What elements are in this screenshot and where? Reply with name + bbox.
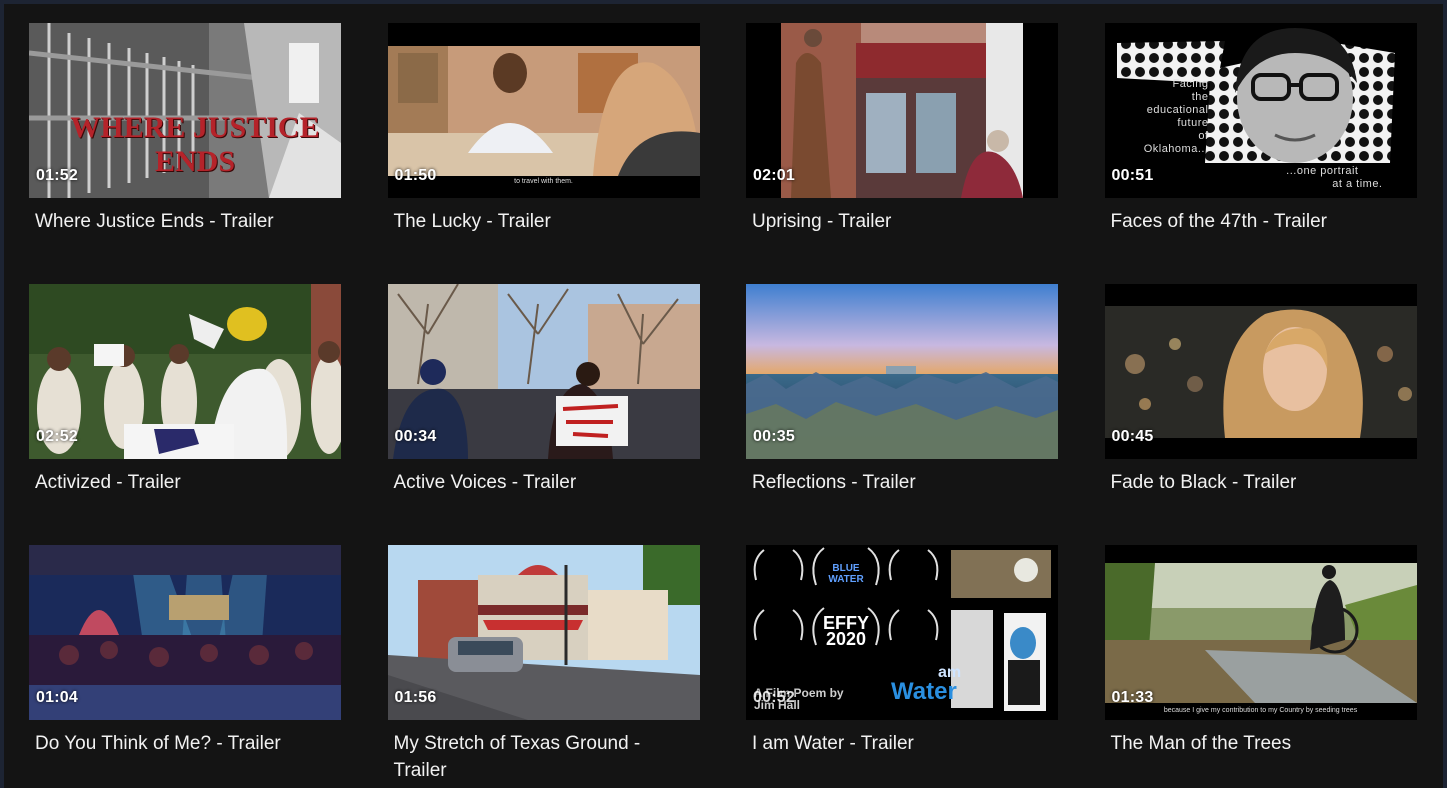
video-title[interactable]: My Stretch of Texas Ground - Trailer (394, 730, 684, 784)
video-card-reflections[interactable]: 00:35 Reflections - Trailer (746, 284, 1058, 545)
video-grid: WHERE JUSTICE ENDS 01:52 Where Justice E… (29, 23, 1417, 788)
video-title[interactable]: Active Voices - Trailer (394, 469, 684, 496)
duration-badge: 01:52 (36, 167, 78, 184)
video-card-activized[interactable]: 02:52 Activized - Trailer (29, 284, 341, 545)
video-gallery: WHERE JUSTICE ENDS 01:52 Where Justice E… (4, 4, 1443, 788)
video-thumbnail[interactable]: WHERE JUSTICE ENDS 01:52 (29, 23, 341, 198)
duration-badge: 01:33 (1111, 689, 1154, 706)
duration-badge: 00:45 (1111, 428, 1154, 445)
duration-badge: 00:35 (753, 428, 795, 445)
video-thumbnail[interactable]: because I give my contribution to my Cou… (1104, 545, 1417, 720)
video-title[interactable]: Reflections - Trailer (752, 469, 1042, 496)
video-card-i-am-water[interactable]: BLUE WATER EFFY 2020 am Water A Film Poe… (746, 545, 1058, 788)
duration-badge: 00:34 (394, 428, 437, 445)
video-thumbnail[interactable]: 00:34 (387, 284, 700, 459)
video-title[interactable]: Fade to Black - Trailer (1111, 469, 1401, 496)
video-thumbnail[interactable]: 00:45 (1104, 284, 1417, 459)
duration-badge: 01:56 (394, 689, 437, 706)
video-title[interactable]: The Lucky - Trailer (394, 208, 684, 235)
video-title[interactable]: Do You Think of Me? - Trailer (35, 730, 325, 757)
title-word-water: Water (891, 678, 957, 705)
tagline-text-end: ...one portrait at a time. (1286, 165, 1383, 190)
video-title[interactable]: Where Justice Ends - Trailer (35, 208, 325, 235)
video-thumbnail[interactable]: 00:35 (746, 284, 1058, 459)
video-card-uprising[interactable]: 02:01 Uprising - Trailer (746, 23, 1058, 284)
video-thumbnail[interactable]: to travel with them. 01:50 (387, 23, 700, 198)
video-thumbnail[interactable]: 02:01 (746, 23, 1058, 198)
video-card-the-lucky[interactable]: to travel with them. 01:50 The Lucky - T… (387, 23, 700, 284)
tagline-text: Facing the educational future of Oklahom… (1143, 78, 1209, 155)
duration-badge: 01:04 (36, 689, 78, 706)
duration-badge: 01:50 (394, 167, 437, 184)
video-thumbnail[interactable]: BLUE WATER EFFY 2020 am Water A Film Poe… (746, 545, 1058, 720)
video-title[interactable]: Faces of the 47th - Trailer (1111, 208, 1401, 235)
video-title[interactable]: I am Water - Trailer (752, 730, 1042, 757)
duration-badge: 00:51 (1111, 167, 1154, 184)
video-card-the-man-of-the-trees[interactable]: because I give my contribution to my Cou… (1104, 545, 1417, 788)
video-card-faces-of-the-47th[interactable]: Facing the educational future of Oklahom… (1104, 23, 1417, 284)
duration-badge: 00:52 (753, 689, 795, 706)
video-thumbnail[interactable]: Facing the educational future of Oklahom… (1104, 23, 1417, 198)
video-thumbnail[interactable]: 02:52 (29, 284, 341, 459)
video-card-do-you-think-of-me[interactable]: 01:04 Do You Think of Me? - Trailer (29, 545, 341, 788)
video-thumbnail[interactable]: 01:04 (29, 545, 341, 720)
video-card-where-justice-ends[interactable]: WHERE JUSTICE ENDS 01:52 Where Justice E… (29, 23, 341, 284)
video-title[interactable]: Uprising - Trailer (752, 208, 1042, 235)
video-title[interactable]: The Man of the Trees (1111, 730, 1401, 757)
video-thumbnail[interactable]: 01:56 (387, 545, 700, 720)
duration-badge: 02:52 (36, 428, 78, 445)
caption-text: because I give my contribution to my Cou… (1163, 707, 1358, 714)
festival-laurel-effy: EFFY 2020 (822, 613, 869, 649)
duration-badge: 02:01 (753, 167, 795, 184)
video-card-fade-to-black[interactable]: 00:45 Fade to Black - Trailer (1104, 284, 1417, 545)
video-card-active-voices[interactable]: 00:34 Active Voices - Trailer (387, 284, 700, 545)
festival-laurel-blue-water: BLUE WATER (828, 563, 864, 585)
video-title[interactable]: Activized - Trailer (35, 469, 325, 496)
video-card-my-stretch-of-texas-ground[interactable]: 01:56 My Stretch of Texas Ground - Trail… (387, 545, 700, 788)
